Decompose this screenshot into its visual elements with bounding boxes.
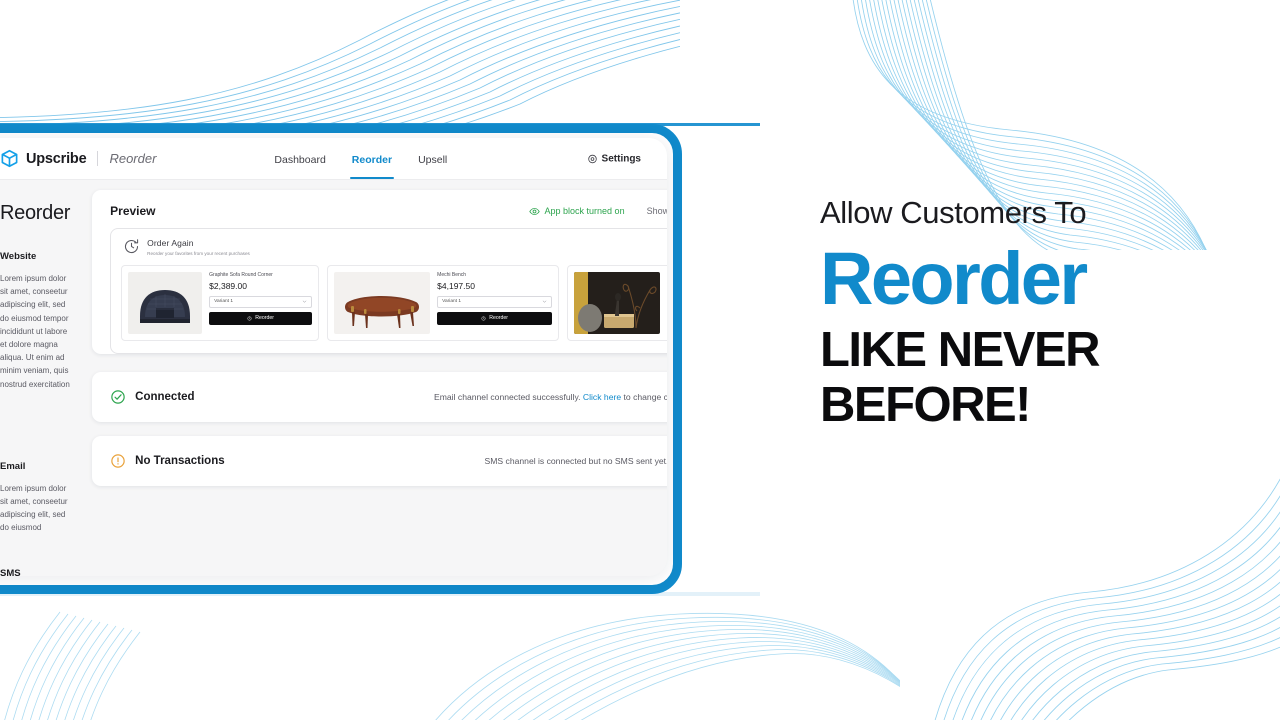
dark-room-vase-image (574, 271, 661, 334)
alert-circle-icon (111, 453, 125, 468)
sidebar-section-website: Website Lorem ipsum dolor sit amet, cons… (0, 251, 70, 391)
status-title: Connected (135, 390, 195, 403)
order-again-subtitle: Reorder your favorites from your recent … (147, 250, 250, 256)
status-message: Email channel connected successfully. Cl… (434, 392, 667, 402)
chevron-down-icon (542, 300, 547, 303)
status-message-link[interactable]: Click here (583, 392, 621, 402)
variant-value: Variant 1 (214, 299, 233, 304)
product-card[interactable]: Mechi Bench $4,197.50 Variant 1 Reorder (327, 264, 560, 341)
product-name: Mechi Bench (437, 271, 467, 278)
brand-separator (97, 151, 99, 166)
promo-line-3: LIKE NEVER (820, 323, 1101, 377)
nav-item-upsell[interactable]: Upsell (418, 138, 447, 179)
product-card[interactable]: Graphite Sofa Round Corner $2,389.00 Var… (121, 264, 320, 341)
product-info: Graphite Sofa Round Corner $2,389.00 Var… (209, 271, 313, 334)
main-content: Preview App block turned on Showing on (92, 180, 667, 576)
poster-canvas: Upscribe Reorder Dashboard Reorder Upsel… (0, 0, 1280, 720)
product-info: Mechi Bench $4,197.50 Variant 1 Reorder (437, 271, 553, 334)
showing-on-prefix: Showing on (646, 206, 667, 216)
status-title: No Transactions (135, 454, 225, 467)
status-card-no-transactions: No Transactions SMS channel is connected… (92, 435, 667, 486)
order-again-header: Order Again Reorder your favorites from … (111, 229, 667, 265)
mechi-bench-image (334, 271, 431, 334)
product-thumbnail (334, 271, 431, 334)
settings-label: Settings (601, 153, 641, 164)
status-message: SMS channel is connected but no SMS sent… (485, 456, 667, 466)
preview-frame: Order Again Reorder your favorites from … (110, 228, 667, 354)
reorder-button[interactable]: Reorder (437, 311, 553, 325)
sidebar-section-body: Lorem ipsum dolor sit amet, conseetur ad… (0, 274, 70, 389)
sidebar-section-body: Lorem ipsum dolor sit amet, conseetur ad… (0, 483, 68, 533)
brand: Upscribe Reorder (0, 149, 156, 168)
check-circle-icon (111, 389, 125, 404)
showing-on-label: Showing on 2 pages (647, 206, 667, 216)
status-card-connected: Connected Email channel connected succes… (92, 371, 667, 422)
preview-card-header: Preview App block turned on Showing on (92, 190, 667, 228)
reorder-button-label: Reorder (255, 315, 275, 321)
sidebar-section-heading: SMS (0, 568, 21, 576)
sidebar-section-email: Email Lorem ipsum dolor sit amet, consee… (0, 461, 70, 535)
product-thumbnail (128, 271, 203, 334)
product-card[interactable] (567, 264, 667, 341)
sidebar: Reorder Website Lorem ipsum dolor sit am… (0, 180, 93, 576)
refresh-icon (247, 315, 252, 321)
gear-icon (587, 154, 597, 163)
brand-name: Upscribe (26, 150, 87, 167)
clock-rotate-icon (125, 239, 139, 254)
preview-header-right: App block turned on Showing on 2 pages (528, 206, 667, 217)
promo-line-2: Reorder (820, 237, 1088, 321)
chevron-down-icon (302, 300, 307, 303)
variant-value: Variant 1 (442, 299, 461, 304)
page-title: Reorder (0, 202, 71, 224)
nav-item-reorder[interactable]: Reorder (349, 138, 395, 179)
sidebar-section-sms: SMS Lorem ipsum dolor sit amet, conseetu… (0, 568, 70, 576)
refresh-icon (481, 315, 486, 321)
nav-item-dashboard[interactable]: Dashboard (274, 138, 325, 179)
app-block-status: App block turned on (528, 206, 625, 217)
promo-line-4: BEFORE! (820, 377, 1032, 432)
status-message-before: SMS channel is connected but no SMS sent… (484, 455, 667, 466)
promo-headline: Allow Customers To Reorder LIKE NEVER BE… (820, 195, 1260, 433)
product-name: Graphite Sofa Round Corner (209, 271, 273, 278)
preview-title: Preview (110, 204, 156, 218)
order-again-text: Order Again Reorder your favorites from … (147, 238, 250, 256)
variant-select[interactable]: Variant 1 (437, 295, 553, 308)
cube-icon (1, 149, 18, 168)
graphite-sofa-image (128, 271, 203, 334)
product-list: Graphite Sofa Round Corner $2,389.00 Var… (111, 264, 667, 353)
product-price: $2,389.00 (209, 280, 247, 291)
preview-card: Preview App block turned on Showing on (92, 190, 667, 354)
status-message-before: Email channel connected successfully. (434, 391, 583, 402)
app-body: Reorder Website Lorem ipsum dolor sit am… (0, 180, 667, 576)
app-block-status-text: App block turned on (544, 206, 625, 216)
app-window: Upscribe Reorder Dashboard Reorder Upsel… (0, 138, 667, 576)
sidebar-section-heading: Website (0, 251, 37, 262)
brand-subtitle: Reorder (109, 151, 157, 166)
status-message-after: to change channel settings. (623, 391, 668, 402)
order-again-title: Order Again (147, 238, 194, 248)
eye-icon (528, 207, 540, 215)
product-thumbnail (574, 271, 661, 334)
sidebar-section-heading: Email (0, 460, 26, 472)
promo-line-1: Allow Customers To (820, 195, 1087, 230)
variant-select[interactable]: Variant 1 (209, 295, 313, 308)
reorder-button-label: Reorder (489, 315, 509, 321)
app-topbar: Upscribe Reorder Dashboard Reorder Upsel… (0, 138, 667, 180)
reorder-button[interactable]: Reorder (209, 311, 313, 325)
product-price: $4,197.50 (437, 280, 475, 291)
top-navigation: Dashboard Reorder Upsell (274, 138, 447, 179)
settings-button[interactable]: Settings (587, 153, 641, 164)
